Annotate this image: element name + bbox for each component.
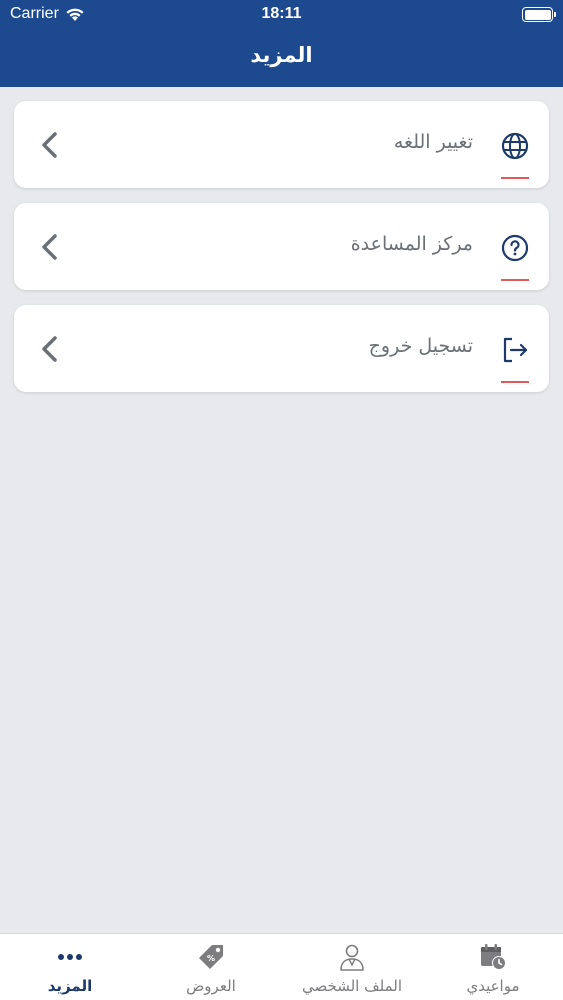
- calendar-clock-icon: [481, 944, 506, 970]
- battery-icon: [522, 7, 556, 22]
- globe-icon: [501, 132, 529, 160]
- chevron-left-icon: [42, 132, 57, 158]
- tab-my-appointments[interactable]: مواعيدي: [423, 934, 563, 1000]
- header: Carrier 18:11 المزيد: [0, 0, 563, 87]
- tab-profile[interactable]: الملف الشخصي: [282, 934, 422, 1000]
- more-dots-icon: [58, 954, 82, 960]
- accent-underline: [501, 381, 529, 383]
- tab-label: العروض: [186, 977, 236, 995]
- page-title: المزيد: [250, 43, 313, 67]
- status-bar: Carrier 18:11: [0, 0, 563, 30]
- chevron-left-icon: [42, 336, 57, 362]
- tab-offers[interactable]: % العروض: [141, 934, 281, 1000]
- tab-more[interactable]: المزيد: [0, 934, 140, 1000]
- menu-item-logout[interactable]: تسجيل خروج: [14, 305, 549, 392]
- svg-text:%: %: [207, 954, 215, 963]
- help-circle-icon: [501, 234, 529, 262]
- menu-item-help-center[interactable]: مركز المساعدة: [14, 203, 549, 290]
- chevron-left-icon: [42, 234, 57, 260]
- menu-item-label: تسجيل خروج: [368, 335, 473, 357]
- logout-icon: [503, 337, 528, 363]
- status-time: 18:11: [261, 5, 302, 22]
- tab-bar: مواعيدي الملف الشخصي % العروض المزيد: [0, 933, 563, 1000]
- tab-label: مواعيدي: [466, 977, 520, 995]
- tag-icon: %: [199, 945, 223, 969]
- accent-underline: [501, 177, 529, 179]
- tab-label: المزيد: [47, 977, 93, 995]
- profile-icon: [340, 944, 364, 971]
- menu-list: تغيير اللغه مركز المساعدة تسجيل خروج: [14, 101, 549, 407]
- accent-underline: [501, 279, 529, 281]
- tab-label: الملف الشخصي: [302, 977, 402, 995]
- menu-item-label: تغيير اللغه: [393, 131, 473, 153]
- menu-item-label: مركز المساعدة: [350, 233, 473, 255]
- menu-item-change-language[interactable]: تغيير اللغه: [14, 101, 549, 188]
